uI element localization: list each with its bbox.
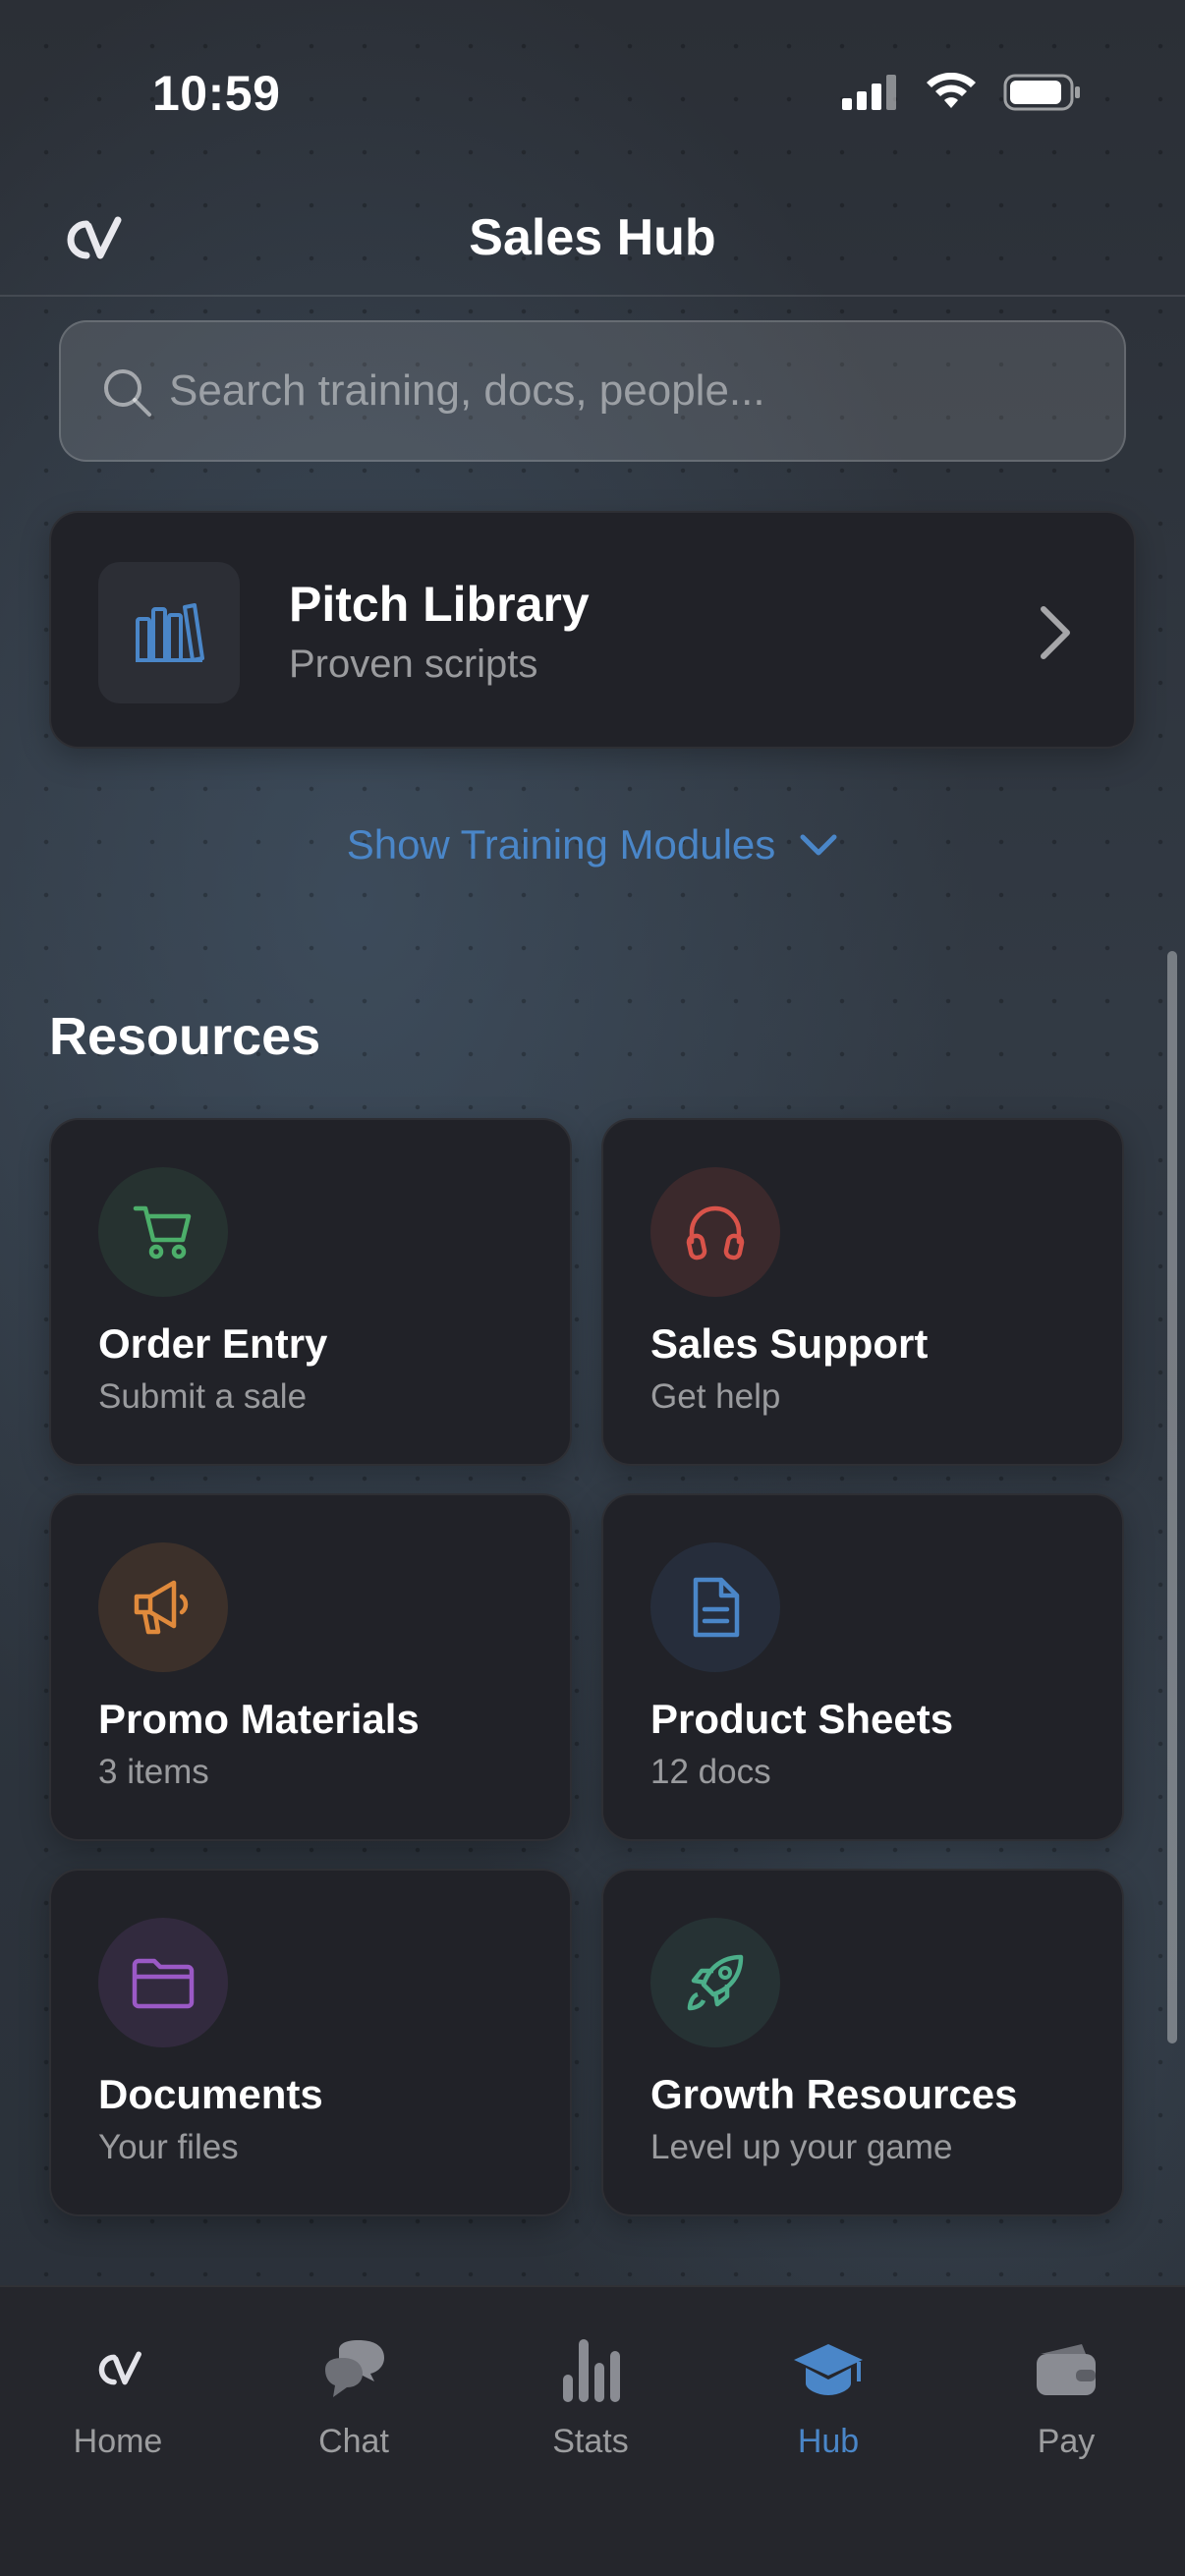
- tab-hub[interactable]: Hub: [730, 2330, 927, 2468]
- wallet-icon: [1037, 2344, 1096, 2395]
- tile-subtitle: Level up your game: [650, 2128, 953, 2166]
- search-icon: [104, 369, 151, 417]
- pitch-library-card[interactable]: Pitch Library Proven scripts: [49, 511, 1136, 749]
- tile-subtitle: 3 items: [98, 1753, 209, 1791]
- pitch-library-icon-box: [98, 562, 240, 703]
- tab-label: Hub: [797, 2423, 860, 2460]
- status-time: 10:59: [152, 66, 281, 121]
- megaphone-icon: [134, 1580, 189, 1635]
- app-header: Sales Hub: [0, 187, 1185, 297]
- tile-title: Growth Resources: [650, 2071, 1018, 2117]
- product-sheets-icon-circle: [650, 1542, 780, 1672]
- search-input[interactable]: [169, 322, 1093, 460]
- pitch-library-title: Pitch Library: [289, 577, 590, 632]
- chevron-down-icon: [800, 834, 837, 856]
- tab-home[interactable]: Home: [20, 2330, 216, 2468]
- sales-support-icon-circle: [650, 1167, 780, 1297]
- document-icon: [693, 1577, 740, 1638]
- growth-resources-icon-circle: [650, 1918, 780, 2047]
- chat-bubbles-icon: [325, 2340, 384, 2397]
- tile-title: Sales Support: [650, 1320, 929, 1367]
- wifi-icon: [927, 73, 976, 108]
- resources-title: Resources: [49, 1007, 321, 1066]
- tile-title: Promo Materials: [98, 1696, 420, 1742]
- page-title: Sales Hub: [469, 209, 716, 266]
- tile-subtitle: Submit a sale: [98, 1377, 308, 1416]
- documents-icon-circle: [98, 1918, 228, 2047]
- folder-icon: [132, 1958, 195, 2009]
- tile-subtitle: Your files: [98, 2128, 239, 2166]
- status-icons: [842, 73, 1082, 112]
- shopping-cart-icon: [133, 1205, 192, 1260]
- tile-promo-materials[interactable]: Promo Materials 3 items: [49, 1493, 572, 1841]
- graduation-cap-icon: [794, 2344, 863, 2395]
- tile-subtitle: Get help: [650, 1377, 781, 1416]
- rocket-icon: [687, 1954, 744, 2011]
- cv-logo-icon: [98, 2351, 141, 2385]
- tab-label: Stats: [552, 2423, 629, 2460]
- scrollbar-thumb[interactable]: [1167, 951, 1177, 2044]
- tile-order-entry[interactable]: Order Entry Submit a sale: [49, 1118, 572, 1466]
- tile-documents[interactable]: Documents Your files: [49, 1869, 572, 2216]
- show-training-modules-button[interactable]: Show Training Modules: [0, 821, 1185, 868]
- tab-label: Chat: [318, 2423, 389, 2460]
- order-entry-icon-circle: [98, 1167, 228, 1297]
- bottom-tab-bar: Home Chat Stats Hub Pay: [0, 2285, 1185, 2576]
- status-bar: 10:59: [0, 0, 1185, 187]
- books-icon: [136, 603, 204, 662]
- tile-subtitle: 12 docs: [650, 1753, 771, 1791]
- pitch-library-subtitle: Proven scripts: [289, 643, 538, 686]
- battery-icon: [1003, 74, 1080, 111]
- tab-label: Home: [73, 2423, 163, 2460]
- tile-sales-support[interactable]: Sales Support Get help: [601, 1118, 1124, 1466]
- tile-product-sheets[interactable]: Product Sheets 12 docs: [601, 1493, 1124, 1841]
- tab-chat[interactable]: Chat: [255, 2330, 452, 2468]
- headphones-icon: [686, 1205, 745, 1260]
- tile-title: Documents: [98, 2071, 323, 2117]
- tab-label: Pay: [1037, 2423, 1096, 2460]
- tile-title: Product Sheets: [650, 1696, 954, 1742]
- tile-growth-resources[interactable]: Growth Resources Level up your game: [601, 1869, 1124, 2216]
- tab-stats[interactable]: Stats: [492, 2330, 689, 2468]
- promo-materials-icon-circle: [98, 1542, 228, 1672]
- cellular-signal-icon: [842, 75, 896, 110]
- search-bar[interactable]: [59, 320, 1126, 462]
- bar-chart-icon: [563, 2339, 620, 2402]
- chevron-right-icon: [1041, 606, 1070, 659]
- tile-title: Order Entry: [98, 1320, 328, 1367]
- show-training-modules-label: Show Training Modules: [346, 821, 776, 868]
- tab-pay[interactable]: Pay: [968, 2330, 1164, 2468]
